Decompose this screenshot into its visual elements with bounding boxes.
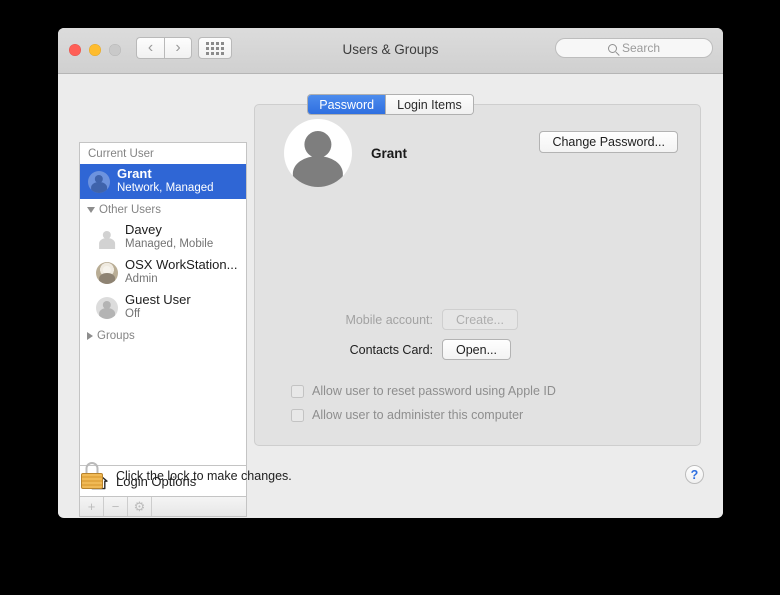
tab-password[interactable]: Password [308,95,386,114]
avatar[interactable] [284,119,352,187]
user-list-sidebar[interactable]: Current User Grant Network, Managed Othe… [79,142,247,465]
tab-bar: Password Login Items [58,94,723,115]
avatar [96,261,118,284]
user-subtitle: Managed, Mobile [125,238,214,251]
search-input[interactable]: Search [555,38,713,58]
search-icon [607,43,617,53]
allow-administer-checkbox-row[interactable]: Allow user to administer this computer [291,408,523,422]
sidebar-header-label: Other Users [99,203,161,216]
open-contacts-card-button[interactable]: Open... [442,339,511,360]
users-and-groups-window: ‹ › Users & Groups Search Password Login… [58,28,723,518]
user-subtitle: Network, Managed [117,182,214,195]
lock-message: Click the lock to make changes. [116,469,292,483]
sidebar-header-label: Groups [97,329,135,342]
contacts-card-row: Contacts Card: Open... [283,339,511,360]
settings-gear-button[interactable]: ⚙ [128,497,152,516]
user-subtitle: Off [125,308,141,321]
lock-bar[interactable]: Click the lock to make changes. [80,462,292,490]
sidebar-header-other-users[interactable]: Other Users [80,199,246,220]
user-name: OSX WorkStation... [125,257,238,273]
sidebar-item-davey[interactable]: Davey Managed, Mobile [80,220,246,255]
lock-closed-icon[interactable] [80,462,104,490]
contacts-card-label: Contacts Card: [349,342,433,357]
checkbox-label: Allow user to administer this computer [312,408,524,422]
avatar [96,296,118,319]
checkbox[interactable] [291,408,304,422]
mobile-account-row: Mobile account: Create... [283,309,518,330]
allow-reset-password-checkbox-row[interactable]: Allow user to reset password using Apple… [291,384,556,398]
user-name: Guest User [125,292,191,308]
remove-user-button[interactable]: − [104,497,128,516]
avatar [96,227,118,250]
sidebar-header-groups[interactable]: Groups [80,325,246,346]
user-header: Grant [284,119,407,187]
user-subtitle: Admin [125,273,158,286]
add-user-button[interactable]: + [80,497,104,516]
checkbox-label: Allow user to reset password using Apple… [312,384,556,398]
user-name: Grant [117,166,152,182]
search-placeholder: Search [621,41,661,55]
avatar [88,170,110,193]
tab-login-items[interactable]: Login Items [385,95,473,114]
checkbox[interactable] [291,384,304,398]
mobile-account-label: Mobile account: [345,312,433,327]
window-titlebar: ‹ › Users & Groups Search [58,28,723,74]
sidebar-toolbar: + − ⚙ [79,496,247,517]
change-password-button[interactable]: Change Password... [539,131,678,153]
help-button[interactable]: ? [685,465,704,484]
sidebar-item-guest-user[interactable]: Guest User Off [80,290,246,325]
disclosure-triangle-right-icon[interactable] [87,331,93,340]
disclosure-triangle-down-icon[interactable] [87,206,95,213]
sidebar-header-current-user: Current User [80,143,246,164]
sidebar-item-grant[interactable]: Grant Network, Managed [80,164,246,199]
user-name: Grant [371,145,408,161]
sidebar-item-osx-workstation[interactable]: OSX WorkStation... Admin [80,255,246,290]
window-body: Password Login Items Current User Grant … [58,74,723,517]
password-pane: Grant Change Password... Mobile account:… [254,104,701,446]
user-name: Davey [125,222,162,238]
create-mobile-account-button: Create... [442,309,518,330]
